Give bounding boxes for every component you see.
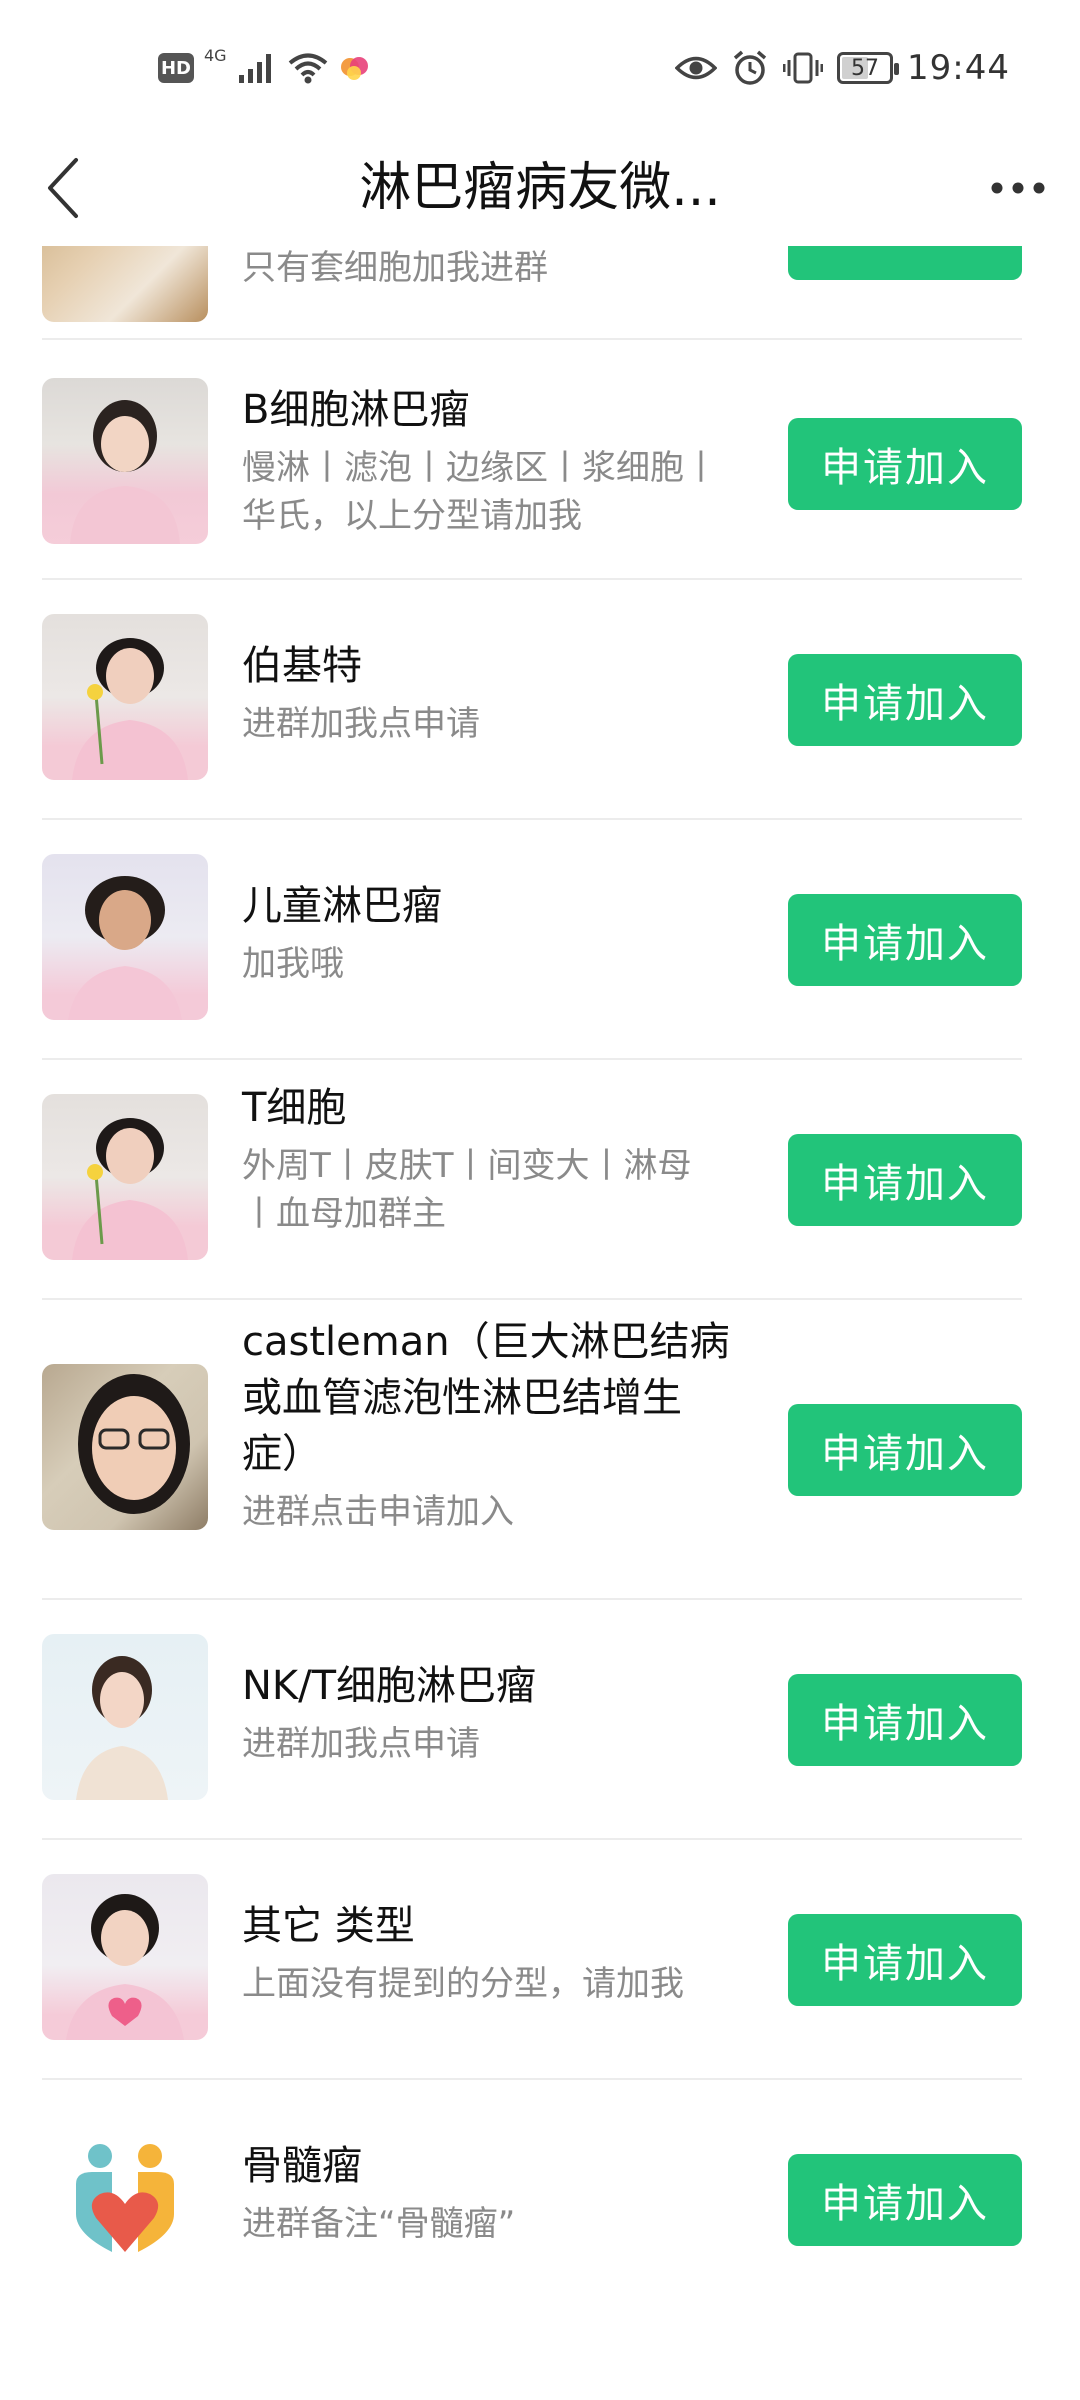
network-type: 4G <box>204 46 227 65</box>
notification-icon <box>340 57 368 80</box>
person-photo <box>72 638 188 780</box>
status-left: HD 4G <box>158 44 371 92</box>
status-right: 57 19:44 <box>675 40 1010 96</box>
battery-icon: 57 <box>837 52 900 84</box>
avatar <box>42 614 208 780</box>
nav-bar: 淋巴瘤病友微... <box>0 130 1080 246</box>
person-photo <box>68 876 182 1020</box>
join-button[interactable]: 申请加入 <box>788 1674 1022 1766</box>
list-item[interactable]: 儿童淋巴瘤 加我哦 申请加入 <box>0 820 1080 1060</box>
join-button[interactable]: 申请加入 <box>788 894 1022 986</box>
hd-icon: HD <box>158 53 194 83</box>
person-photo <box>76 1656 168 1800</box>
join-button[interactable]: 申请加入 <box>788 654 1022 746</box>
battery-percent: 57 <box>851 55 880 81</box>
item-title: 其它 类型 <box>242 1903 415 1949</box>
wifi-icon <box>288 53 327 84</box>
list-item[interactable]: 骨髓瘤 进群备注“骨髓瘤” 申请加入 <box>0 2080 1080 2320</box>
join-button[interactable] <box>788 246 1022 280</box>
list-item[interactable]: NK/T细胞淋巴瘤 进群加我点申请 申请加入 <box>0 1600 1080 1840</box>
more-button[interactable] <box>978 148 1058 228</box>
item-title: B细胞淋巴瘤 <box>242 387 470 433</box>
person-photo <box>78 1374 190 1514</box>
person-photo <box>66 1894 184 2040</box>
item-description: 只有套细胞加我进群 <box>242 248 548 288</box>
item-description: 进群备注“骨髓瘤” <box>242 2204 516 2244</box>
list-item-partial[interactable]: 只有套细胞加我进群 <box>0 246 1080 342</box>
item-title: NK/T细胞淋巴瘤 <box>242 1663 537 1709</box>
clock: 19:44 <box>907 48 1010 88</box>
list-item[interactable]: 伯基特 进群加我点申请 申请加入 <box>0 580 1080 820</box>
avatar <box>42 1634 208 1800</box>
status-bar: HD 4G 57 19:44 <box>0 0 1080 130</box>
item-title: 儿童淋巴瘤 <box>242 883 442 929</box>
avatar <box>42 1874 208 2040</box>
item-title: 伯基特 <box>242 643 362 689</box>
page-title: 淋巴瘤病友微... <box>359 158 721 218</box>
vibrate-icon <box>783 52 824 84</box>
avatar <box>42 378 208 544</box>
item-description: 进群加我点申请 <box>242 704 480 744</box>
item-description: 外周T丨皮肤T丨间变大丨淋母 丨血母加群主 <box>242 1146 692 1234</box>
avatar <box>42 246 208 322</box>
avatar <box>42 854 208 1020</box>
join-button[interactable]: 申请加入 <box>788 1914 1022 2006</box>
join-button[interactable]: 申请加入 <box>788 2154 1022 2246</box>
signal-icon <box>238 54 271 83</box>
item-title: 骨髓瘤 <box>242 2143 362 2189</box>
item-title: T细胞 <box>242 1085 347 1131</box>
item-description: 上面没有提到的分型，请加我 <box>242 1964 684 2004</box>
more-dots-icon <box>991 182 1045 194</box>
eye-icon <box>675 56 718 80</box>
join-button[interactable]: 申请加入 <box>788 1404 1022 1496</box>
join-button[interactable]: 申请加入 <box>788 418 1022 510</box>
heart-logo-icon <box>76 2144 174 2252</box>
person-photo <box>70 400 180 544</box>
item-title: castleman（巨大淋巴结病 或血管滤泡性淋巴结增生 症） <box>242 1319 730 1477</box>
alarm-icon <box>733 50 767 85</box>
list-item[interactable]: castleman（巨大淋巴结病 或血管滤泡性淋巴结增生 症） 进群点击申请加入… <box>0 1300 1080 1600</box>
item-description: 加我哦 <box>242 944 344 984</box>
avatar <box>42 2114 208 2280</box>
list-item[interactable]: T细胞 外周T丨皮肤T丨间变大丨淋母 丨血母加群主 申请加入 <box>0 1060 1080 1300</box>
join-button[interactable]: 申请加入 <box>788 1134 1022 1226</box>
item-description: 慢淋丨滤泡丨边缘区丨浆细胞丨 华氏，以上分型请加我 <box>242 448 718 536</box>
list-item[interactable]: 其它 类型 上面没有提到的分型，请加我 申请加入 <box>0 1840 1080 2080</box>
group-list[interactable]: 只有套细胞加我进群 B细胞淋巴瘤 慢淋丨滤泡丨边缘区丨浆细胞丨 华氏，以上分型请… <box>0 246 1080 2400</box>
avatar <box>42 1364 208 1530</box>
avatar <box>42 1094 208 1260</box>
list-item[interactable]: B细胞淋巴瘤 慢淋丨滤泡丨边缘区丨浆细胞丨 华氏，以上分型请加我 申请加入 <box>0 340 1080 588</box>
item-description: 进群点击申请加入 <box>242 1492 514 1532</box>
item-description: 进群加我点申请 <box>242 1724 480 1764</box>
person-photo <box>72 1118 188 1260</box>
